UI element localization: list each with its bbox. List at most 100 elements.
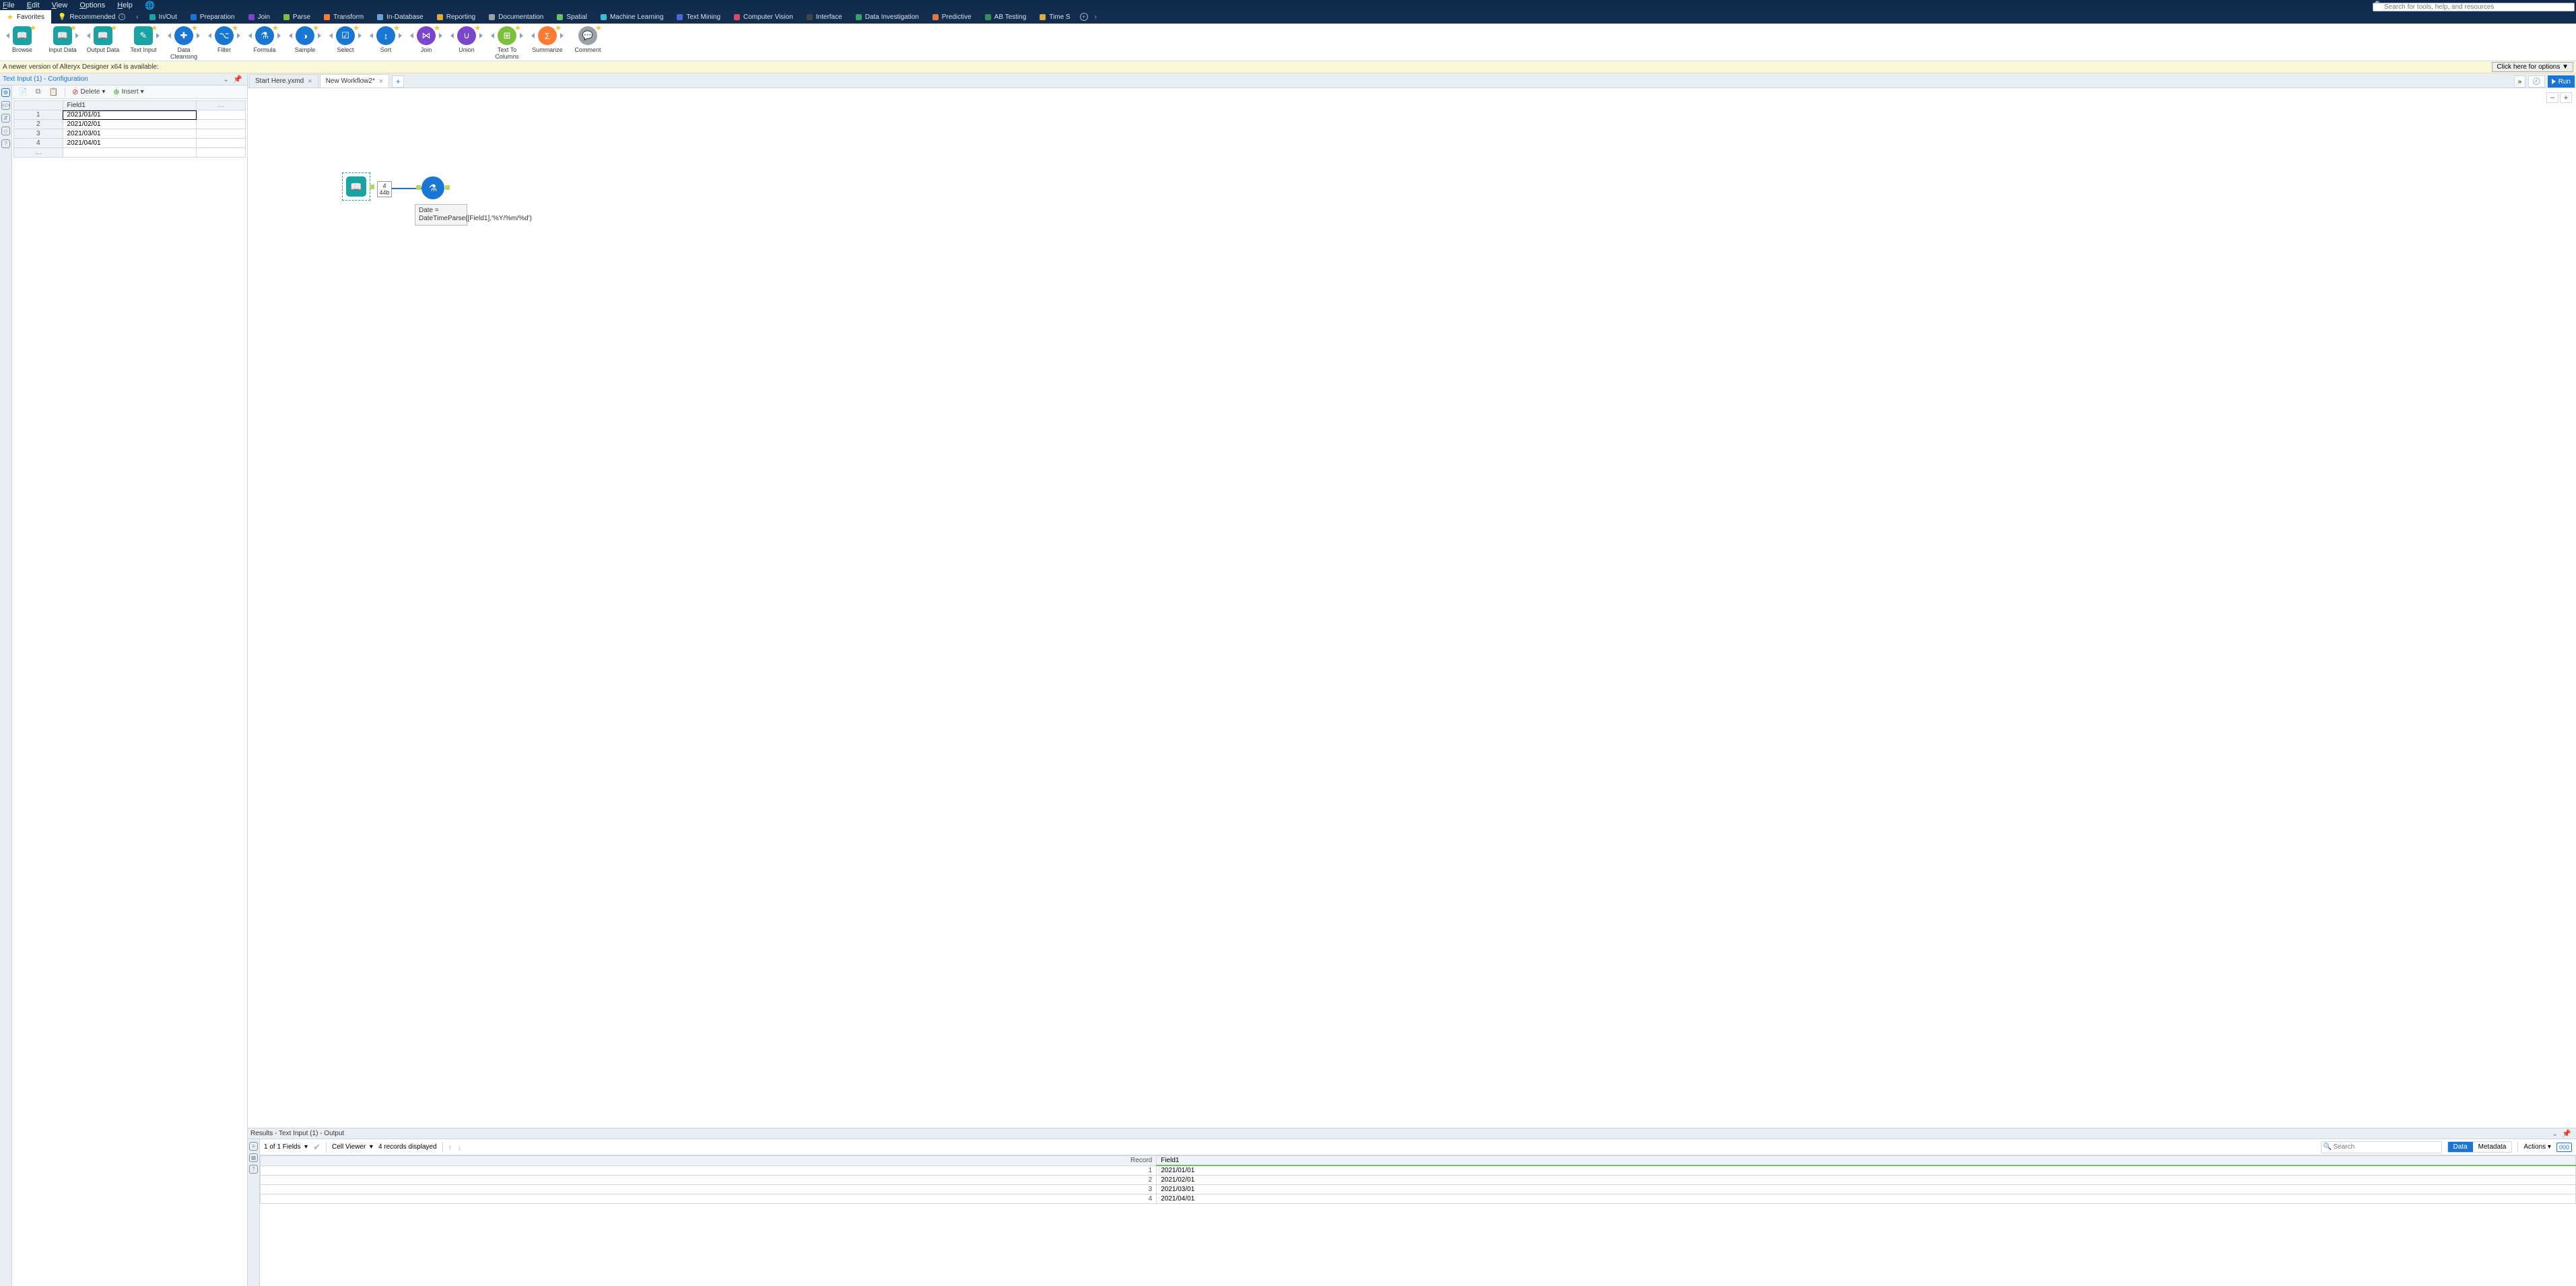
prev-record-button[interactable]: ↑: [448, 1143, 452, 1152]
category-transform[interactable]: Transform: [317, 10, 370, 24]
category-spatial[interactable]: Spatial: [550, 10, 594, 24]
results-col-field1[interactable]: Field1: [1157, 1156, 2576, 1166]
category-textmining[interactable]: Text Mining: [670, 10, 727, 24]
tool-sort[interactable]: ★↕Sort: [368, 25, 404, 53]
category-datainv[interactable]: Data Investigation: [849, 10, 926, 24]
results-col-record[interactable]: Record: [261, 1156, 1157, 1166]
results-row[interactable]: 22021/02/01: [261, 1176, 2576, 1185]
tool-formula[interactable]: ★⚗Formula: [246, 25, 283, 53]
config-pin-icon[interactable]: 📌: [231, 75, 244, 83]
overflow-button[interactable]: »: [2514, 75, 2526, 88]
grid-col-header[interactable]: Field1: [63, 101, 197, 110]
fields-summary[interactable]: 1 of 1 Fields ▾: [264, 1143, 308, 1151]
chevron-left-icon[interactable]: ‹: [132, 13, 142, 21]
config-rail-help-icon[interactable]: ?: [1, 139, 10, 148]
close-icon[interactable]: ×: [308, 77, 312, 86]
grid-cell[interactable]: 2021/02/01: [63, 120, 197, 129]
config-rail-anchor-icon[interactable]: ⇵: [1, 114, 10, 123]
data-view-button[interactable]: Data: [2448, 1142, 2473, 1152]
zoom-out-button[interactable]: −: [2546, 92, 2558, 103]
grid-cell[interactable]: 2021/01/01: [63, 110, 197, 120]
results-pin-icon[interactable]: 📌: [2560, 1129, 2573, 1138]
category-abtest[interactable]: AB Testing: [978, 10, 1033, 24]
menu-options[interactable]: Options: [79, 1, 105, 9]
tool-textinput[interactable]: ★✎Text Input: [125, 25, 162, 53]
category-indatabase[interactable]: In-Database: [370, 10, 430, 24]
tool-union[interactable]: ★∪Union: [448, 25, 485, 53]
results-grid[interactable]: Record Field1 12021/01/0122021/02/013202…: [260, 1155, 2576, 1204]
results-row[interactable]: 32021/03/01: [261, 1185, 2576, 1194]
menu-view[interactable]: View: [52, 1, 68, 9]
category-preparation[interactable]: Preparation: [184, 10, 242, 24]
canvas-node-text-input[interactable]: 📖: [342, 172, 370, 201]
import-button[interactable]: 📄: [15, 86, 31, 98]
category-parse[interactable]: Parse: [277, 10, 317, 24]
update-options-button[interactable]: Click here for options ▼: [2492, 62, 2573, 72]
add-category-button[interactable]: +: [1080, 13, 1088, 21]
tool-comment[interactable]: ★💬Comment: [570, 25, 606, 53]
canvas-node-formula[interactable]: ⚗: [421, 176, 444, 199]
global-search-input[interactable]: [2373, 3, 2575, 11]
copy-button[interactable]: ⧉: [32, 86, 44, 98]
workflow-tab[interactable]: Start Here.yxmd ×: [249, 74, 318, 88]
results-rail-help-icon[interactable]: ?: [249, 1165, 258, 1174]
close-icon[interactable]: ×: [379, 77, 383, 86]
tool-outputdata[interactable]: ★📖Output Data: [85, 25, 121, 53]
delete-button[interactable]: ⊘Delete ▾: [69, 86, 108, 98]
category-favorites[interactable]: ★Favorites: [0, 10, 51, 24]
text-input-grid[interactable]: Field1… 12021/01/01 22021/02/01 32021/03…: [13, 100, 246, 158]
menu-edit[interactable]: Edit: [27, 1, 40, 9]
paste-button[interactable]: 📋: [46, 86, 62, 98]
tool-filter[interactable]: ★⌥Filter: [206, 25, 242, 53]
run-button[interactable]: Run: [2548, 75, 2575, 88]
output-anchor[interactable]: [370, 184, 374, 189]
tool-sample[interactable]: ★◑Sample: [287, 25, 323, 53]
new-tab-button[interactable]: +: [392, 75, 404, 88]
input-anchor[interactable]: [416, 185, 421, 190]
chevron-right-icon[interactable]: ›: [1091, 13, 1101, 21]
insert-button[interactable]: ⊕Insert ▾: [110, 86, 147, 98]
category-interface[interactable]: Interface: [800, 10, 849, 24]
metadata-view-button[interactable]: Metadata: [2473, 1142, 2512, 1152]
language-icon[interactable]: 🌐: [145, 1, 155, 10]
config-dropdown-icon[interactable]: ⌄: [221, 75, 231, 83]
category-predictive[interactable]: Predictive: [926, 10, 978, 24]
results-rail-messages-icon[interactable]: ≡: [249, 1142, 258, 1151]
tool-summarize[interactable]: ★ΣSummarize: [529, 25, 566, 53]
menu-file[interactable]: File: [3, 1, 15, 9]
actions-dropdown[interactable]: Actions ▾: [2523, 1143, 2551, 1151]
category-documentation[interactable]: Documentation: [482, 10, 550, 24]
grid-add-col[interactable]: …: [197, 101, 246, 110]
category-cv[interactable]: Computer Vision: [727, 10, 800, 24]
workflow-canvas[interactable]: − + 📖 4 44b ⚗ Date = DateTimeParse([Fiel…: [248, 88, 2576, 1128]
category-timeseries[interactable]: Time S: [1033, 10, 1077, 24]
category-inout[interactable]: In/Out: [143, 10, 184, 24]
category-ml[interactable]: Machine Learning: [594, 10, 671, 24]
category-reporting[interactable]: Reporting: [430, 10, 482, 24]
results-dropdown-icon[interactable]: ⌄: [2550, 1129, 2560, 1138]
category-join[interactable]: Join: [242, 10, 277, 24]
tool-select[interactable]: ★☑Select: [327, 25, 364, 53]
next-record-button[interactable]: ↓: [458, 1143, 462, 1152]
cell-viewer-dropdown[interactable]: Cell Viewer ▾: [332, 1143, 373, 1151]
tool-inputdata[interactable]: ★📖Input Data: [44, 25, 81, 53]
schedule-button[interactable]: 🕘: [2528, 75, 2544, 88]
config-rail-settings-icon[interactable]: ⚙: [1, 88, 10, 97]
results-search-input[interactable]: [2321, 1141, 2442, 1153]
workflow-tab[interactable]: New Workflow2* ×: [320, 74, 390, 88]
grid-cell[interactable]: 2021/04/01: [63, 139, 197, 148]
field-format-button[interactable]: 000: [2556, 1143, 2572, 1152]
grid-add-row[interactable]: …: [14, 148, 63, 158]
canvas-annotation[interactable]: Date = DateTimeParse([Field1],'%Y/%m/%d'…: [415, 204, 467, 226]
output-anchor[interactable]: [445, 185, 450, 190]
tool-texttocols[interactable]: ★⊞Text To Columns: [489, 25, 525, 60]
config-rail-annotation-icon[interactable]: ◇: [1, 127, 10, 135]
results-rail-data-icon[interactable]: ▦: [249, 1153, 258, 1162]
results-row[interactable]: 42021/04/01: [261, 1194, 2576, 1204]
tool-join[interactable]: ★⋈Join: [408, 25, 444, 53]
config-rail-xml-icon[interactable]: </>: [1, 101, 10, 110]
grid-cell[interactable]: 2021/03/01: [63, 129, 197, 139]
category-recommended[interactable]: 💡Recommended i: [51, 10, 132, 24]
menu-help[interactable]: Help: [117, 1, 133, 9]
zoom-in-button[interactable]: +: [2560, 92, 2572, 103]
